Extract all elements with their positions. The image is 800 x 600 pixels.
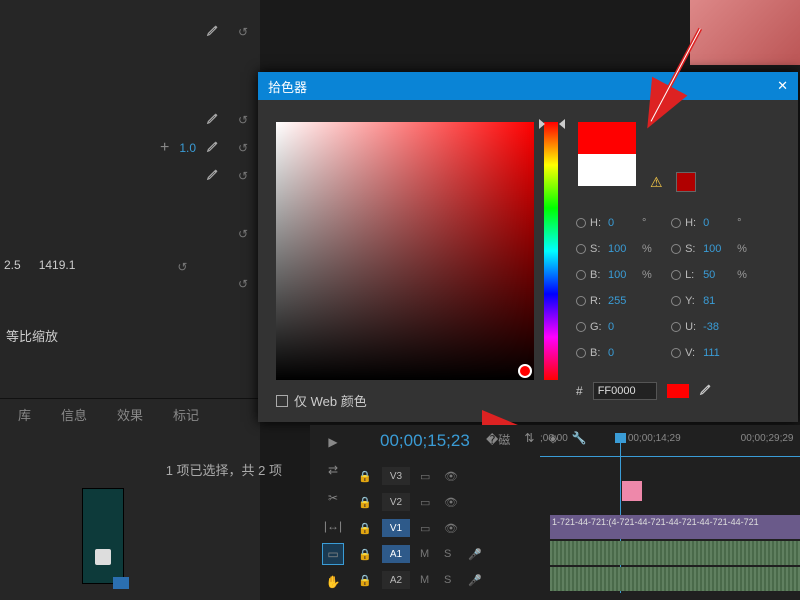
tab-markers[interactable]: 标记 — [173, 405, 199, 424]
marker-clip[interactable] — [622, 481, 642, 501]
slip-tool-icon[interactable]: |↔| — [322, 515, 344, 537]
radio-g[interactable] — [576, 322, 586, 332]
effects-panel: ↺ ↺ + 1.0 ↺ ↺ 2.51419.1 ↺ ↺ 等比缩放 ↺ 库 信息 … — [0, 0, 260, 600]
eyedropper-icon[interactable] — [206, 139, 224, 157]
reset-icon[interactable]: ↺ — [234, 225, 252, 243]
eye-icon[interactable]: 👁 — [444, 470, 458, 483]
saturation-value-field[interactable] — [276, 122, 534, 380]
close-icon[interactable]: ✕ — [777, 78, 788, 94]
selection-info: 1 项已选择，共 2 项 — [0, 460, 300, 479]
mic-icon[interactable]: 🎤 — [468, 548, 482, 561]
preview-thumbnail — [690, 0, 800, 65]
param-row: ↺ — [0, 220, 260, 248]
track-a2[interactable]: A2 — [382, 571, 410, 589]
radio-h[interactable] — [576, 218, 586, 228]
link-icon[interactable]: ⇅ — [524, 431, 534, 448]
param-row: ↺ — [0, 162, 260, 190]
readout: 2.51419.1 ↺ — [4, 258, 191, 276]
eyedropper-icon[interactable] — [206, 167, 224, 185]
gamut-warning-icon[interactable]: ⚠ — [650, 174, 663, 191]
project-tabs: 库 信息 效果 标记 — [0, 398, 260, 430]
radio-u[interactable] — [671, 322, 681, 332]
lock-icon[interactable]: 🔒 — [358, 574, 372, 587]
toggle-icon[interactable]: ▭ — [420, 470, 434, 483]
param-row: ↺ — [0, 106, 260, 134]
dialog-title: 拾色器 — [268, 77, 307, 96]
hex-input[interactable] — [593, 382, 657, 400]
radio-b[interactable] — [576, 270, 586, 280]
dialog-titlebar[interactable]: 拾色器 ✕ — [258, 72, 798, 100]
rect-tool-icon[interactable]: ▭ — [322, 543, 344, 565]
radio-y[interactable] — [671, 296, 681, 306]
mic-icon[interactable]: 🎤 — [468, 574, 482, 587]
hand-tool-icon[interactable]: ✋ — [322, 571, 344, 593]
checkbox-icon[interactable] — [276, 395, 288, 407]
time-ruler[interactable]: ;00;00 00;00;14;29 00;00;29;29 — [540, 433, 800, 457]
param-row: + 1.0 ↺ — [0, 134, 260, 162]
hue-slider[interactable] — [544, 122, 558, 380]
razor-tool-icon[interactable]: ✂ — [322, 487, 344, 509]
eyedropper-icon[interactable] — [206, 111, 224, 129]
video-clip[interactable]: 1-721-44-721:(4-721-44-721-44-721-44-721… — [550, 515, 800, 539]
track-v1[interactable]: V1 — [382, 519, 410, 537]
reset-icon[interactable]: ↺ — [173, 258, 191, 276]
color-values: H:0° S:100% B:100% R:255 G:0 B:0 H:0° S:… — [576, 210, 763, 366]
hex-row: # — [576, 382, 717, 400]
lock-icon[interactable]: 🔒 — [358, 470, 372, 483]
eye-icon[interactable]: 👁 — [444, 496, 458, 509]
param-row: ↺ — [0, 18, 260, 46]
toggle-icon[interactable]: ▭ — [420, 522, 434, 535]
hex-swatch — [667, 384, 689, 398]
radio-hsl-l[interactable] — [671, 270, 681, 280]
lock-icon[interactable]: 🔒 — [358, 522, 372, 535]
timeline-tools: ▶ ⇄ ✂ |↔| ▭ ✋ — [322, 425, 348, 599]
radio-hsl-h[interactable] — [671, 218, 681, 228]
radio-v[interactable] — [671, 348, 681, 358]
lock-icon[interactable]: 🔒 — [358, 548, 372, 561]
plus-icon[interactable]: + — [160, 139, 169, 157]
hue-pointer — [559, 119, 565, 129]
reset-icon[interactable]: ↺ — [234, 167, 252, 185]
reset-icon[interactable]: ↺ — [234, 23, 252, 41]
snap-icon[interactable]: �磁 — [486, 431, 510, 448]
clip-thumbnail[interactable] — [82, 488, 124, 584]
sv-cursor[interactable] — [518, 364, 532, 378]
param-value[interactable]: 1.0 — [179, 141, 196, 155]
color-picker-dialog: 拾色器 ✕ ⚠ 确定 取消 H:0° S:100% B:100% R:255 G… — [258, 72, 798, 422]
audio-clip[interactable] — [550, 567, 800, 591]
audio-clip[interactable] — [550, 541, 800, 565]
lock-icon[interactable]: 🔒 — [358, 496, 372, 509]
selection-tool-icon[interactable]: ▶ — [322, 431, 344, 453]
hue-pointer — [539, 119, 545, 129]
radio-hsl-s[interactable] — [671, 244, 681, 254]
reset-icon[interactable]: ↺ — [234, 111, 252, 129]
track-v3[interactable]: V3 — [382, 467, 410, 485]
track-headers: 🔒V3▭👁 🔒V2▭👁 🔒V1▭👁 🔒A1MS🎤 🔒A2MS🎤 — [358, 463, 482, 593]
scale-label: 等比缩放 — [6, 326, 58, 345]
radio-r[interactable] — [576, 296, 586, 306]
safe-color-swatch[interactable] — [676, 172, 696, 192]
reset-icon[interactable]: ↺ — [234, 275, 252, 293]
eyedropper-icon[interactable] — [699, 382, 717, 400]
toggle-icon[interactable]: ▭ — [420, 496, 434, 509]
eyedropper-icon[interactable] — [206, 23, 224, 41]
reset-icon[interactable]: ↺ — [234, 139, 252, 157]
tab-info[interactable]: 信息 — [61, 405, 87, 424]
new-color-swatch — [578, 122, 636, 154]
ripple-tool-icon[interactable]: ⇄ — [322, 459, 344, 481]
timeline-panel: 00;00;15;23 ▶ ⇄ ✂ |↔| ▭ ✋ �磁 ⇅ ◈ 🔧 ;00;0… — [310, 425, 800, 600]
web-only-checkbox[interactable]: 仅 Web 颜色 — [276, 391, 367, 410]
eye-icon[interactable]: 👁 — [444, 522, 458, 535]
track-a1[interactable]: A1 — [382, 545, 410, 563]
tab-library[interactable]: 库 — [18, 405, 31, 424]
current-color-swatch[interactable] — [578, 154, 636, 186]
radio-b2[interactable] — [576, 348, 586, 358]
tab-effects[interactable]: 效果 — [117, 405, 143, 424]
track-v2[interactable]: V2 — [382, 493, 410, 511]
radio-s[interactable] — [576, 244, 586, 254]
